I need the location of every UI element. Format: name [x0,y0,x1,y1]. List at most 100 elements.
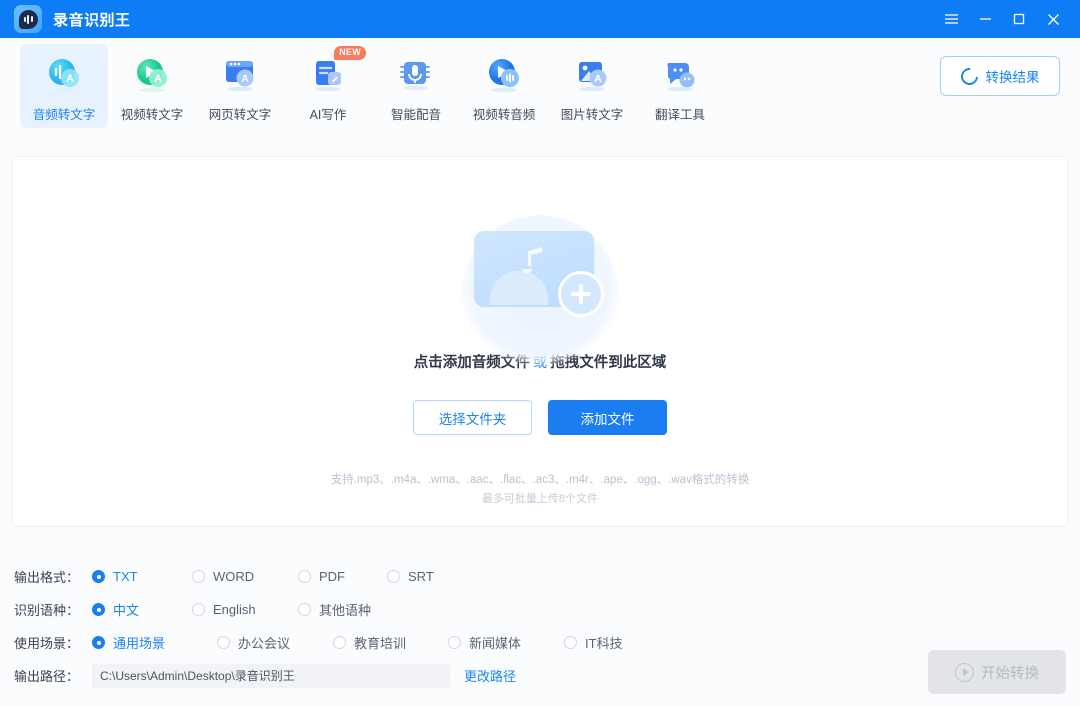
radio-dot [192,603,205,616]
app-logo [14,5,42,33]
radio-dot [92,603,105,616]
radio-language-other[interactable]: 其他语种 [298,600,371,619]
radio-label: English [213,602,256,617]
tab-ai-writing[interactable]: NEW AI写作 [284,44,372,128]
tab-audio-to-text[interactable]: A 音频转文字 [20,44,108,128]
translate-icon [659,54,701,96]
radio-dot [217,636,230,649]
radio-scene-news[interactable]: 新闻媒体 [448,633,564,652]
file-drop-panel[interactable]: 点击添加音频文件或拖拽文件到此区域 选择文件夹 添加文件 支持.mp3、.m4a… [12,156,1068,527]
close-icon[interactable] [1036,4,1070,34]
radio-dot [298,570,311,583]
tab-video-to-text[interactable]: A 视频转文字 [108,44,196,128]
maximize-icon[interactable] [1002,4,1036,34]
play-circle-icon [955,662,974,682]
add-plus-badge [558,271,604,317]
supported-formats-note: 支持.mp3、.m4a、.wma、.aac、.flac、.ac3、.m4r、.a… [331,471,750,508]
radio-language-english[interactable]: English [192,602,298,617]
sound-bubble-icon [18,9,38,29]
hamburger-menu-icon[interactable] [934,4,968,34]
output-path-row: 输出路径： 更改路径 [14,659,914,692]
dropzone-buttons: 选择文件夹 添加文件 [413,400,667,435]
radio-scene-general[interactable]: 通用场景 [92,633,217,652]
radio-format-word[interactable]: WORD [192,569,298,584]
options-area: 输出格式： TXT WORD PDF SRT 识别语种： 中文 English … [14,560,914,692]
radio-format-txt[interactable]: TXT [92,569,192,584]
tab-image-to-text[interactable]: A 图片转文字 [548,44,636,128]
radio-dot [333,636,346,649]
window-controls [934,4,1070,34]
radio-dot [387,570,400,583]
radio-label: SRT [408,569,434,584]
tab-label: 音频转文字 [32,108,96,122]
radio-label: 通用场景 [113,636,166,651]
scene-label: 使用场景： [14,636,80,651]
radio-dot [192,570,205,583]
radio-language-chinese[interactable]: 中文 [92,600,192,619]
upload-limit-line: 最多可批量上传8个文件 [481,492,599,505]
radio-label: 办公会议 [238,636,291,651]
tab-label: 视频转文字 [120,108,184,122]
ai-writing-icon [307,54,349,96]
tab-translate[interactable]: 翻译工具 [636,44,724,128]
radio-dot [92,570,105,583]
radio-dot [92,636,105,649]
application-window: 录音识别王 A 音频转文字 A 视频转文字 A 网页转文字 NEW AI写作 智… [0,0,1080,706]
change-path-link[interactable]: 更改路径 [464,666,516,685]
radio-dot [448,636,461,649]
radio-scene-meeting[interactable]: 办公会议 [217,633,333,652]
feature-tab-bar: A 音频转文字 A 视频转文字 A 网页转文字 NEW AI写作 智能配音 视频… [0,38,1080,138]
tab-smart-dubbing[interactable]: 智能配音 [372,44,460,128]
tab-label: 视频转音频 [472,108,536,122]
radio-format-srt[interactable]: SRT [387,569,434,584]
smart-dubbing-icon [395,54,437,96]
radio-label: PDF [319,569,345,584]
conversion-result-button[interactable]: 转换结果 [940,56,1060,96]
radio-scene-it[interactable]: IT科技 [564,633,623,652]
output-path-input[interactable] [92,663,450,688]
music-note-icon [521,247,542,274]
audio-to-text-icon: A [43,54,85,96]
language-row: 识别语种： 中文 English 其他语种 [14,593,914,626]
conversion-result-label: 转换结果 [985,70,1040,85]
refresh-circle-icon [957,64,981,88]
video-to-text-icon: A [131,54,173,96]
tab-label: 网页转文字 [208,108,272,122]
formats-line: 支持.mp3、.m4a、.wma、.aac、.flac、.ac3、.m4r、.a… [330,474,750,486]
radio-label: TXT [113,569,138,584]
svg-text:A: A [154,73,162,85]
select-folder-button[interactable]: 选择文件夹 [413,400,532,435]
scene-row: 使用场景： 通用场景 办公会议 教育培训 新闻媒体 IT科技 [14,626,914,659]
radio-label: WORD [213,569,255,584]
add-file-button[interactable]: 添加文件 [548,400,667,435]
tab-label: 图片转文字 [560,108,624,122]
svg-text:A: A [66,73,74,85]
tab-web-to-text[interactable]: A 网页转文字 [196,44,284,128]
start-conversion-button[interactable]: 开始转换 [928,650,1066,694]
output-format-label: 输出格式： [14,570,80,585]
radio-label: IT科技 [585,636,623,651]
tab-video-to-audio[interactable]: 视频转音频 [460,44,548,128]
start-conversion-label: 开始转换 [981,665,1039,682]
tab-label: AI写作 [309,108,347,122]
radio-format-pdf[interactable]: PDF [298,569,387,584]
output-path-label: 输出路径： [14,669,80,684]
radio-dot [298,603,311,616]
language-label: 识别语种： [14,603,80,618]
radio-dot [564,636,577,649]
minimize-icon[interactable] [968,4,1002,34]
web-to-text-icon: A [219,54,261,96]
video-to-audio-icon [483,54,525,96]
tab-label: 智能配音 [390,108,441,122]
tab-label: 翻译工具 [654,108,705,122]
radio-scene-education[interactable]: 教育培训 [333,633,448,652]
output-format-row: 输出格式： TXT WORD PDF SRT [14,560,914,593]
radio-label: 中文 [113,603,140,618]
radio-label: 新闻媒体 [469,636,522,651]
feature-tabs: A 音频转文字 A 视频转文字 A 网页转文字 NEW AI写作 智能配音 视频… [20,38,724,128]
svg-text:A: A [594,73,602,85]
audio-file-add-icon [450,209,630,373]
title-bar: 录音识别王 [0,0,1080,38]
svg-text:A: A [241,73,249,85]
radio-label: 其他语种 [319,603,372,618]
